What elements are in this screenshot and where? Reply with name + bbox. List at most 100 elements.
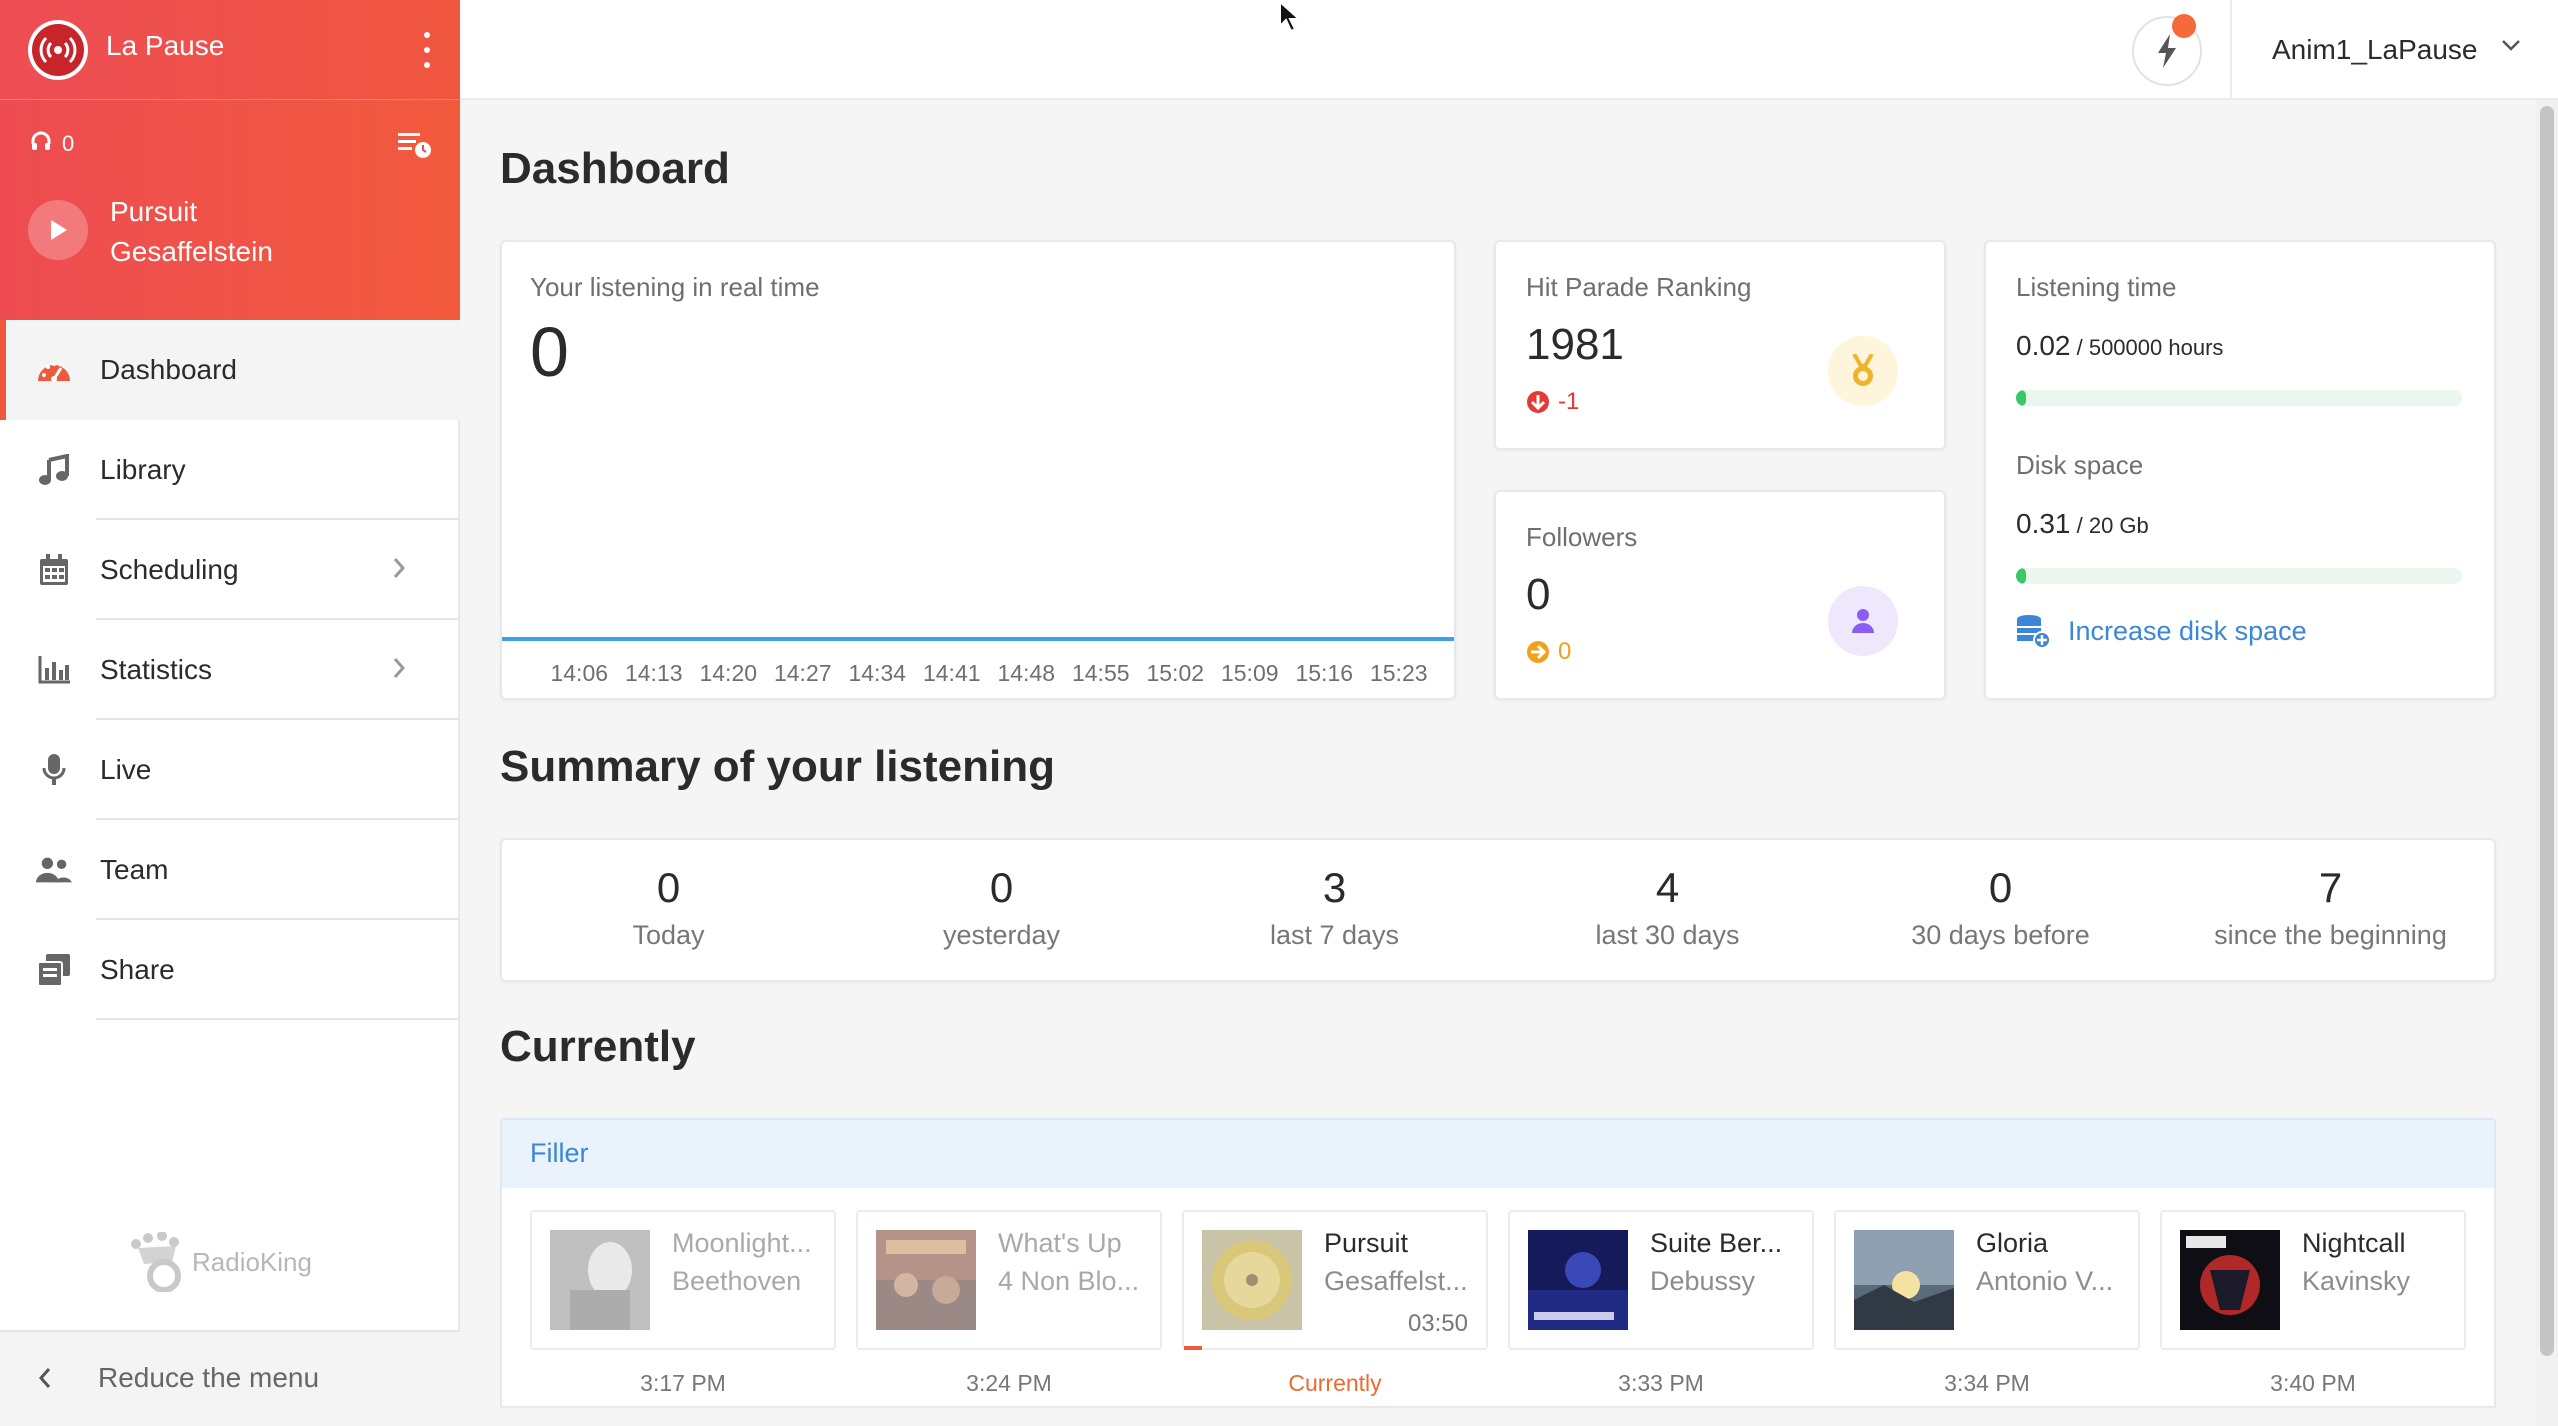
crown-icon [131, 1232, 181, 1292]
nav-label: Share [100, 954, 175, 985]
top-bar: Anim1_LaPause [460, 0, 2558, 100]
reduce-menu-button[interactable]: Reduce the menu [0, 1330, 460, 1426]
track-time: 3:17 PM [640, 1370, 726, 1396]
microphone-icon [36, 752, 72, 788]
time-tick: 14:55 [1071, 660, 1130, 686]
time-tick: 15:23 [1369, 660, 1428, 686]
nav-item-dashboard[interactable]: Dashboard [0, 320, 460, 420]
disk-space-value: 0.31 / 20 Gb [2016, 508, 2149, 539]
time-tick: 15:16 [1295, 660, 1354, 686]
user-menu[interactable]: Anim1_LaPause [2272, 34, 2477, 66]
realtime-label: Your listening in real time [530, 272, 820, 302]
realtime-value: 0 [530, 313, 569, 391]
nav-item-share[interactable]: Share [0, 920, 460, 1020]
time-tick: 14:34 [848, 660, 907, 686]
nav-label: Scheduling [100, 554, 239, 585]
listening-time-value: 0.02 / 500000 hours [2016, 330, 2224, 361]
summary-card: 0 Today 0 yesterday 3 last 7 days 4 last 30 … [500, 838, 2496, 982]
hit-parade-card[interactable]: Hit Parade Ranking 1981 -1 [1494, 240, 1946, 450]
chevron-down-icon[interactable] [2500, 38, 2522, 57]
track-card[interactable]: What's Up 4 Non Blo... [856, 1210, 1162, 1350]
playlist-name[interactable]: Filler [530, 1138, 589, 1169]
track-card[interactable]: Gloria Antonio V... [1834, 1210, 2140, 1350]
bar-chart-icon [36, 652, 72, 688]
album-cover [1528, 1230, 1628, 1330]
app-root: La Pause 0 Pursuit Gesaffelstein Dashboa… [0, 0, 2558, 1426]
track-duration: 03:50 [1407, 1310, 1468, 1337]
medal-icon [1828, 336, 1898, 406]
play-icon [51, 220, 67, 240]
nav-item-library[interactable]: Library [0, 420, 460, 520]
nav-item-statistics[interactable]: Statistics [0, 620, 460, 720]
disk-space-label: Disk space [2016, 450, 2144, 480]
reduce-menu-label: Reduce the menu [98, 1362, 320, 1393]
lightning-icon [2158, 34, 2176, 68]
currently-title: Currently [500, 1022, 696, 1071]
sidebar: La Pause 0 Pursuit Gesaffelstein Dashboa… [0, 0, 460, 1426]
headphones-icon [30, 130, 52, 158]
track-card[interactable]: Moonlight... Beethoven [530, 1210, 836, 1350]
now-playing-artist: Gesaffelstein [110, 236, 273, 267]
increase-disk-link[interactable]: Increase disk space [2016, 614, 2307, 648]
kebab-menu-icon[interactable] [412, 32, 442, 68]
mouse-cursor-icon [1279, 0, 1302, 33]
followers-card[interactable]: Followers 0 0 [1494, 490, 1946, 700]
usage-card: Listening time 0.02 / 500000 hours Disk … [1984, 240, 2496, 700]
followers-label: Followers [1526, 522, 1638, 552]
page-scrollbar[interactable] [2536, 100, 2558, 1426]
scrollbar-thumb[interactable] [2540, 106, 2554, 1356]
listening-time-label: Listening time [2016, 272, 2177, 302]
nav-label: Library [100, 454, 186, 485]
arrow-down-circle-icon [1527, 391, 1549, 413]
track-card[interactable]: Suite Ber... Debussy [1508, 1210, 1814, 1350]
now-playing-title: Pursuit [110, 196, 198, 227]
queue-history-icon[interactable] [398, 130, 432, 165]
main-nav: Dashboard Library Scheduling Statistics … [0, 320, 460, 1020]
broadcast-icon [32, 24, 84, 76]
radioking-logo: RadioKing [130, 1232, 312, 1292]
time-tick: 14:41 [922, 660, 981, 686]
now-playing-panel: 0 Pursuit Gesaffelstein [0, 100, 460, 320]
listeners-count: 0 [30, 130, 74, 158]
station-name[interactable]: La Pause [106, 30, 224, 62]
realtime-line [502, 637, 1454, 641]
album-cover [876, 1230, 976, 1330]
nav-label: Team [100, 854, 169, 885]
time-tick: 15:09 [1220, 660, 1279, 686]
calendar-icon [36, 552, 72, 588]
album-cover [2180, 1230, 2280, 1330]
track-time: 3:24 PM [966, 1370, 1052, 1396]
time-tick: 14:48 [997, 660, 1056, 686]
gauge-icon [36, 352, 72, 388]
nav-item-team[interactable]: Team [0, 820, 460, 920]
follower-user-icon [1828, 586, 1898, 656]
play-button[interactable] [28, 200, 88, 260]
track-time: 3:40 PM [2270, 1370, 2356, 1396]
track-time: 3:34 PM [1944, 1370, 2030, 1396]
nav-label: Live [100, 754, 152, 785]
station-logo[interactable] [28, 20, 88, 80]
album-cover [550, 1230, 650, 1330]
time-tick: 14:27 [773, 660, 832, 686]
track-card[interactable]: Nightcall Kavinsky [2160, 1210, 2466, 1350]
listeners-value: 0 [62, 131, 75, 156]
nav-item-scheduling[interactable]: Scheduling [0, 520, 460, 620]
nav-label: Statistics [100, 654, 213, 685]
followers-change: 0 [1526, 638, 1571, 666]
track-card-current[interactable]: Pursuit Gesaffelst... 03:50 [1182, 1210, 1488, 1350]
share-icon [36, 952, 72, 988]
nav-item-live[interactable]: Live [0, 720, 460, 820]
listening-time-bar [2016, 390, 2462, 406]
chevron-right-icon [392, 656, 406, 685]
track-timeline: Moonlight... Beethoven 3:17 PM What's Up… [500, 1188, 2496, 1408]
chevron-right-icon [392, 556, 406, 585]
album-cover [1854, 1230, 1954, 1330]
arrow-right-circle-icon [1527, 641, 1549, 663]
users-icon [36, 852, 72, 888]
music-note-icon [36, 452, 72, 488]
followers-value: 0 [1526, 570, 1551, 619]
track-time: 3:33 PM [1618, 1370, 1704, 1396]
chevron-left-icon [38, 1366, 52, 1395]
playlist-header: Filler [500, 1118, 2496, 1190]
station-header: La Pause [0, 0, 460, 100]
